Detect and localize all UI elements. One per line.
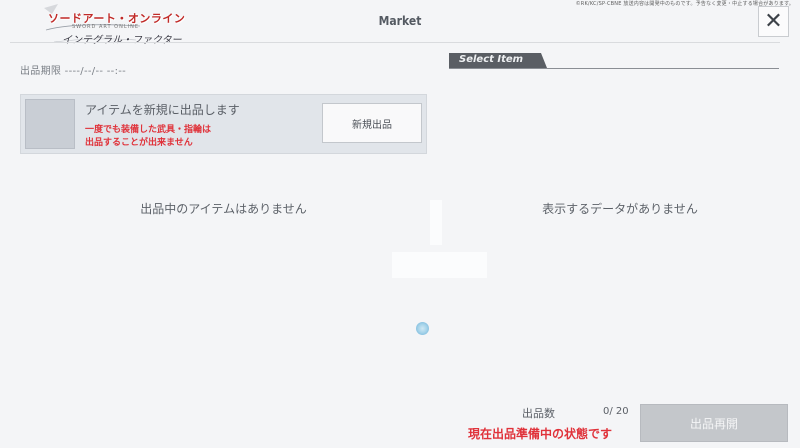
- item-thumbnail-placeholder: [25, 99, 75, 149]
- select-item-empty-message: 表示するデータがありません: [542, 202, 698, 216]
- page-title: Market: [378, 14, 422, 28]
- new-listing-heading: アイテムを新規に出品します: [85, 103, 240, 117]
- select-item-underline: [449, 68, 779, 69]
- faded-plus-icon: [392, 200, 487, 280]
- close-icon: ✕: [764, 8, 783, 34]
- new-listing-panel: アイテムを新規に出品します 一度でも装備した武具・指輪は 出品することが出来ませ…: [20, 94, 427, 154]
- preparation-status-message: 現在出品準備中の状態です: [468, 427, 613, 441]
- select-item-tab-label: Select Item: [459, 54, 524, 65]
- loading-spinner-icon: [416, 322, 429, 335]
- resume-listing-button[interactable]: 出品再開: [640, 404, 788, 442]
- listing-count-label: 出品数: [522, 407, 555, 420]
- select-item-tab[interactable]: Select Item: [449, 53, 779, 69]
- close-button[interactable]: ✕: [758, 6, 789, 37]
- equip-warning-line2: 出品することが出来ません: [85, 138, 193, 148]
- new-listing-button[interactable]: 新規出品: [322, 103, 422, 143]
- header-divider: [10, 42, 780, 43]
- logo-tagline: インテグラル・ファクター: [62, 35, 182, 46]
- listing-empty-message: 出品中のアイテムはありません: [140, 202, 307, 216]
- listing-count-value: 0/ 20: [603, 406, 629, 417]
- listing-deadline: 出品期限 ----/--/-- --:--: [20, 66, 127, 77]
- equip-warning-line1: 一度でも装備した武具・指輪は: [85, 125, 212, 135]
